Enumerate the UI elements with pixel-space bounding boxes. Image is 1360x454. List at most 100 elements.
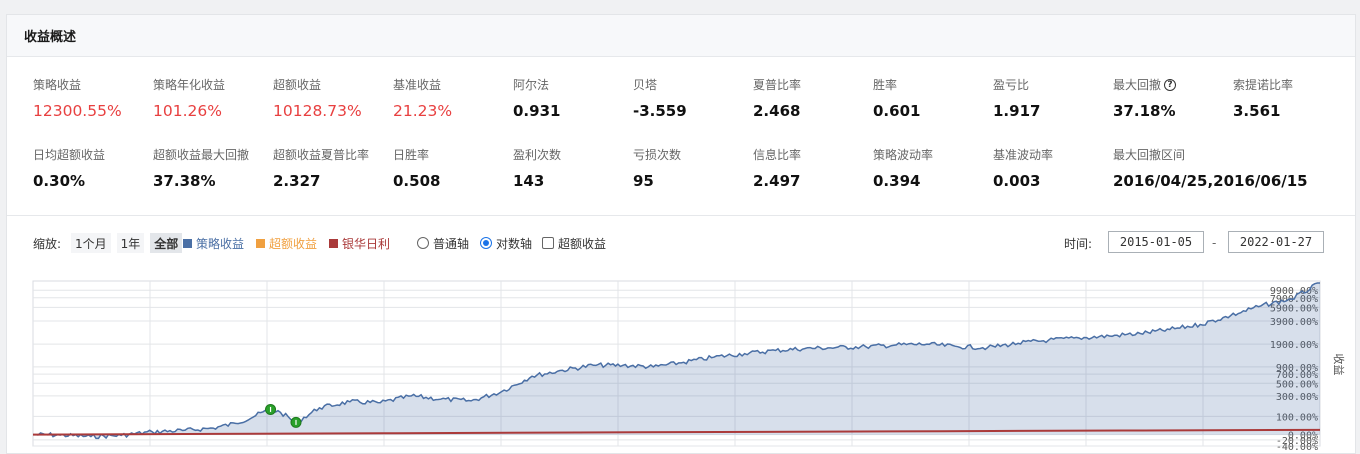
metrics-grid: 策略收益 12300.55% 策略年化收益 101.26% 超额收益 10128.73% 基…	[7, 57, 1355, 215]
metric-label-text: 最大回撤	[1113, 78, 1162, 92]
metric-metrics_row1-9: 最大回撤? 37.18%	[1113, 76, 1233, 120]
zoom-label: 缩放:	[33, 236, 62, 251]
metric-metrics_row2-6: 信息比率 2.497	[753, 146, 873, 190]
metric-label-text: 超额收益夏普比率	[273, 148, 370, 162]
metric-value: 0.601	[873, 102, 921, 120]
axis-log-label: 对数轴	[496, 236, 533, 251]
metric-value: 143	[513, 172, 545, 190]
metric-label-text: 贝塔	[633, 78, 658, 92]
chart-legend: 策略收益 超额收益 银华日利	[183, 231, 390, 255]
metric-metrics_row2-5: 亏损次数 95	[633, 146, 753, 190]
y-tick-label: -40.00%	[1276, 442, 1318, 453]
zoom-option-0[interactable]: 1个月	[71, 233, 111, 253]
metric-metrics_row1-5: 贝塔 -3.559	[633, 76, 753, 120]
legend-label: 银华日利	[342, 236, 391, 251]
question-circle-icon[interactable]: ?	[1164, 78, 1177, 91]
metric-label: 最大回撤区间	[1113, 146, 1233, 163]
excess-checkbox[interactable]	[542, 237, 554, 249]
metric-label-text: 盈亏比	[993, 78, 1030, 92]
legend-item-1[interactable]: 超额收益	[256, 235, 317, 252]
metric-label: 日均超额收益	[33, 146, 153, 163]
metric-value: 0.30%	[33, 172, 86, 190]
date-to-input[interactable]: 2022-01-27	[1228, 231, 1324, 253]
metric-label: 日胜率	[393, 146, 513, 163]
metric-metrics_row1-8: 盈亏比 1.917	[993, 76, 1113, 120]
axis-normal-label: 普通轴	[433, 236, 470, 251]
y-axis-label: 收益	[1332, 354, 1346, 376]
metric-metrics_row1-7: 胜率 0.601	[873, 76, 993, 120]
excess-checkbox-label: 超额收益	[558, 236, 607, 251]
legend-item-0[interactable]: 策略收益	[183, 235, 244, 252]
metric-value: 2.497	[753, 172, 801, 190]
metric-label: 超额收益最大回撤	[153, 146, 273, 163]
metric-label: 盈利次数	[513, 146, 633, 163]
metric-label-text: 策略波动率	[873, 148, 934, 162]
metric-label: 基准收益	[393, 76, 513, 93]
metric-label: 夏普比率	[753, 76, 873, 93]
metric-label: 策略波动率	[873, 146, 993, 163]
metric-label-text: 亏损次数	[633, 148, 682, 162]
metric-label-text: 胜率	[873, 78, 898, 92]
legend-label: 策略收益	[196, 236, 245, 251]
metric-metrics_row2-0: 日均超额收益 0.30%	[33, 146, 153, 190]
metric-label: 胜率	[873, 76, 993, 93]
metric-label-text: 信息比率	[753, 148, 802, 162]
metric-value: 1.917	[993, 102, 1041, 120]
zoom-option-2[interactable]: 全部	[150, 233, 183, 253]
date-from-input[interactable]: 2015-01-05	[1108, 231, 1204, 253]
metric-metrics_row1-1: 策略年化收益 101.26%	[153, 76, 273, 120]
returns-chart: 9900.00%7900.00%5900.00%3900.00%1900.00%…	[32, 280, 1346, 453]
metric-label-text: 策略年化收益	[153, 78, 226, 92]
metric-metrics_row2-3: 日胜率 0.508	[393, 146, 513, 190]
axis-normal-option[interactable]: 普通轴	[417, 231, 469, 255]
metric-value: 95	[633, 172, 654, 190]
strategy-area	[33, 283, 1320, 439]
metric-label: 策略收益	[33, 76, 153, 93]
metric-value: 0.003	[993, 172, 1041, 190]
metric-label-text: 超额收益	[273, 78, 322, 92]
metric-label-text: 最大回撤区间	[1113, 148, 1186, 162]
returns-overview-panel: 收益概述 策略收益 12300.55% 策略年化收益 101.26% 超额收益 10128…	[6, 14, 1356, 454]
metric-label-text: 索提诺比率	[1233, 78, 1294, 92]
metric-metrics_row1-6: 夏普比率 2.468	[753, 76, 873, 120]
metric-label: 索提诺比率	[1233, 76, 1353, 93]
panel-title: 收益概述	[24, 30, 77, 45]
divider	[7, 215, 1355, 216]
metric-value: 10128.73%	[273, 102, 362, 120]
chart-toolbar: 缩放: 1个月 1年 全部 策略收益 超额收益 银华日利 普通轴 对数轴 超额收益 时间…	[7, 231, 1355, 255]
metric-value: 0.931	[513, 102, 561, 120]
legend-item-2[interactable]: 银华日利	[329, 235, 390, 252]
radio-normal-axis[interactable]	[417, 237, 429, 249]
zoom-option-1[interactable]: 1年	[116, 233, 145, 253]
metric-metrics_row1-4: 阿尔法 0.931	[513, 76, 633, 120]
legend-label: 超额收益	[269, 236, 318, 251]
legend-swatch	[256, 238, 266, 248]
metric-label-text: 基准波动率	[993, 148, 1054, 162]
date-separator: -	[1212, 236, 1217, 250]
metric-metrics_row2-4: 盈利次数 143	[513, 146, 633, 190]
metric-metrics_row1-10: 索提诺比率 3.561	[1233, 76, 1353, 120]
metric-value: -3.559	[633, 102, 687, 120]
metric-value: 37.18%	[1113, 102, 1176, 120]
metric-label: 贝塔	[633, 76, 753, 93]
legend-swatch	[183, 238, 192, 248]
zoom-options: 1个月 1年 全部	[71, 231, 183, 255]
metric-label: 基准波动率	[993, 146, 1113, 163]
metric-label: 最大回撤?	[1113, 76, 1233, 93]
excess-checkbox-option[interactable]: 超额收益	[542, 231, 606, 255]
metric-label-text: 策略收益	[33, 78, 82, 92]
metric-value: 2.468	[753, 102, 801, 120]
metric-label: 亏损次数	[633, 146, 753, 163]
metric-value: 37.38%	[153, 172, 216, 190]
metric-metrics_row1-2: 超额收益 10128.73%	[273, 76, 393, 120]
metric-metrics_row2-1: 超额收益最大回撤 37.38%	[153, 146, 273, 190]
metric-value: 101.26%	[153, 102, 222, 120]
metric-value: 21.23%	[393, 102, 453, 120]
metric-label-text: 盈利次数	[513, 148, 562, 162]
axis-log-option[interactable]: 对数轴	[480, 231, 532, 255]
metric-label-text: 基准收益	[393, 78, 442, 92]
radio-log-axis[interactable]	[480, 237, 492, 249]
metric-value: 0.394	[873, 172, 921, 190]
metric-value: 3.561	[1233, 102, 1281, 120]
metric-metrics_row1-0: 策略收益 12300.55%	[33, 76, 153, 120]
